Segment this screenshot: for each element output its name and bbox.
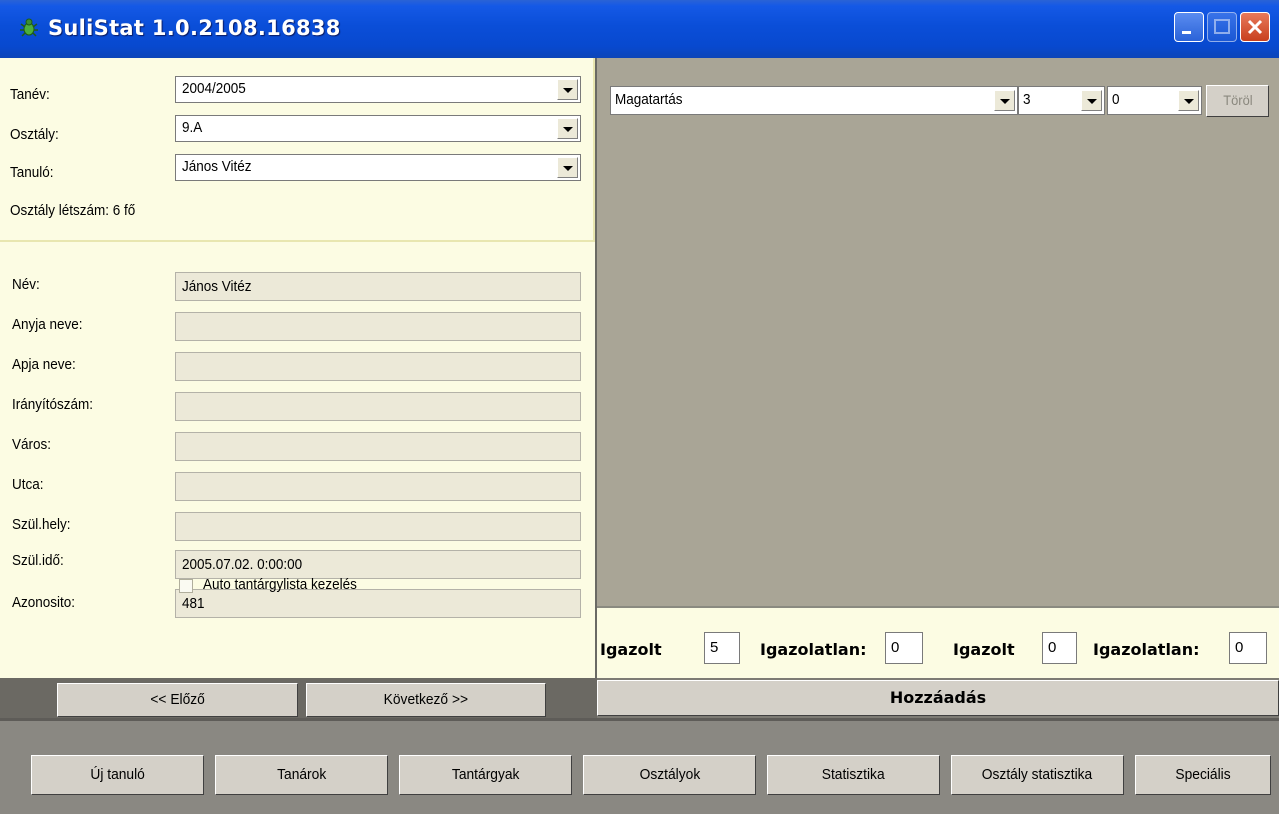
szulhely-field[interactable] <box>175 512 581 541</box>
delete-label: Töröl <box>1222 92 1253 108</box>
minimize-icon <box>1182 31 1191 34</box>
igazolatlan2-label: Igazolatlan: <box>1093 640 1200 659</box>
osztaly-value: 9.A <box>182 119 203 136</box>
igazolatlan2-input[interactable]: 0 <box>1229 632 1267 664</box>
nev-label: Név: <box>12 276 40 293</box>
azon-value: 481 <box>182 595 205 612</box>
anyja-label: Anyja neve: <box>12 316 83 333</box>
tanulo-label: Tanuló: <box>10 164 54 181</box>
special-label: Speciális <box>1175 766 1231 783</box>
second-grade-value: 0 <box>1112 91 1120 108</box>
auto-subject-label: Auto tantárgylista kezelés <box>203 576 357 593</box>
new-student-button[interactable]: Új tanuló <box>31 755 204 795</box>
azon-label: Azonosito: <box>12 594 76 611</box>
apja-label: Apja neve: <box>12 356 76 373</box>
utca-field[interactable] <box>175 472 581 501</box>
chevron-down-icon[interactable] <box>557 157 578 178</box>
igazolatlan1-label: Igazolatlan: <box>760 640 867 659</box>
prev-label: << Előző <box>150 691 205 708</box>
selector-box: Tanév: 2004/2005 Osztály: 9.A Tanuló: Já… <box>0 58 595 242</box>
new-student-label: Új tanuló <box>90 766 145 783</box>
szulido-value: 2005.07.02. 0:00:00 <box>182 556 303 573</box>
szulido-label: Szül.idő: <box>12 552 64 569</box>
igazolt1-value: 5 <box>710 639 719 656</box>
classes-label: Osztályok <box>639 766 700 783</box>
chevron-down-icon[interactable] <box>1081 90 1102 111</box>
special-button[interactable]: Speciális <box>1135 755 1271 795</box>
tanev-label: Tanév: <box>10 86 50 103</box>
statistics-button[interactable]: Statisztika <box>767 755 940 795</box>
maximize-icon <box>1214 19 1230 34</box>
tanev-value: 2004/2005 <box>182 80 246 97</box>
irsz-field[interactable] <box>175 392 581 421</box>
szulido-field[interactable]: 2005.07.02. 0:00:00 <box>175 550 581 579</box>
tanulo-value: János Vitéz <box>182 158 252 175</box>
igazolatlan1-value: 0 <box>891 639 900 656</box>
add-button[interactable]: Hozzáadás <box>597 680 1279 716</box>
window-title: SuliStat 1.0.2108.16838 <box>48 16 341 40</box>
igazolt1-label: Igazolt <box>600 640 662 659</box>
igazolatlan1-input[interactable]: 0 <box>885 632 923 664</box>
teachers-button[interactable]: Tanárok <box>215 755 388 795</box>
chevron-down-icon[interactable] <box>557 118 578 139</box>
student-panel: Tanév: 2004/2005 Osztály: 9.A Tanuló: Já… <box>0 58 597 678</box>
second-grade-select[interactable]: 0 <box>1107 86 1202 115</box>
grades-panel: Magatartás 3 0 Töröl <box>597 58 1279 606</box>
apja-field[interactable] <box>175 352 581 381</box>
app-window: SuliStat 1.0.2108.16838 Tanév: 2004/2005… <box>0 0 1279 814</box>
subjects-label: Tantárgyak <box>451 766 520 783</box>
delete-button[interactable]: Töröl <box>1206 85 1269 117</box>
close-icon <box>1247 19 1263 35</box>
igazolt2-label: Igazolt <box>953 640 1015 659</box>
chevron-down-icon[interactable] <box>557 79 578 100</box>
class-statistics-button[interactable]: Osztály statisztika <box>951 755 1124 795</box>
igazolt2-input[interactable]: 0 <box>1042 632 1077 664</box>
osztaly-label: Osztály: <box>10 126 59 143</box>
absence-row: Igazolt 5 Igazolatlan: 0 Igazolt 0 Igazo… <box>597 606 1279 678</box>
nav-button-row: << Előző Következő >> <box>0 678 597 718</box>
anyja-field[interactable] <box>175 312 581 341</box>
igazolatlan2-value: 0 <box>1235 639 1244 656</box>
chevron-down-icon[interactable] <box>1178 90 1199 111</box>
utca-label: Utca: <box>12 476 44 493</box>
irsz-label: Irányítószám: <box>12 396 94 413</box>
next-button[interactable]: Következő >> <box>306 683 546 717</box>
auto-subject-checkbox[interactable] <box>179 579 193 593</box>
statistics-label: Statisztika <box>822 766 885 783</box>
azon-field[interactable]: 481 <box>175 589 581 618</box>
maximize-button[interactable] <box>1207 12 1237 42</box>
class-size-label: Osztály létszám: 6 fő <box>10 202 136 219</box>
nev-field[interactable]: János Vitéz <box>175 272 581 301</box>
grade-select[interactable]: 3 <box>1018 86 1105 115</box>
subject-select[interactable]: Magatartás <box>610 86 1018 115</box>
varos-label: Város: <box>12 436 52 453</box>
minimize-button[interactable] <box>1174 12 1204 42</box>
grade-value: 3 <box>1023 91 1031 108</box>
title-bar[interactable]: SuliStat 1.0.2108.16838 <box>0 0 1279 58</box>
igazolt1-input[interactable]: 5 <box>704 632 740 664</box>
subject-value: Magatartás <box>615 91 683 108</box>
szulhely-label: Szül.hely: <box>12 516 71 533</box>
class-statistics-label: Osztály statisztika <box>982 766 1093 783</box>
varos-field[interactable] <box>175 432 581 461</box>
osztaly-select[interactable]: 9.A <box>175 115 581 142</box>
classes-button[interactable]: Osztályok <box>583 755 756 795</box>
nev-value: János Vitéz <box>182 278 252 295</box>
bug-app-icon <box>20 18 38 37</box>
tanulo-select[interactable]: János Vitéz <box>175 154 581 181</box>
chevron-down-icon[interactable] <box>994 90 1015 111</box>
prev-button[interactable]: << Előző <box>57 683 298 717</box>
teachers-label: Tanárok <box>276 766 327 783</box>
tanev-select[interactable]: 2004/2005 <box>175 76 581 103</box>
igazolt2-value: 0 <box>1048 639 1057 656</box>
close-button[interactable] <box>1240 12 1270 42</box>
subjects-button[interactable]: Tantárgyak <box>399 755 572 795</box>
next-label: Következő >> <box>383 691 469 708</box>
